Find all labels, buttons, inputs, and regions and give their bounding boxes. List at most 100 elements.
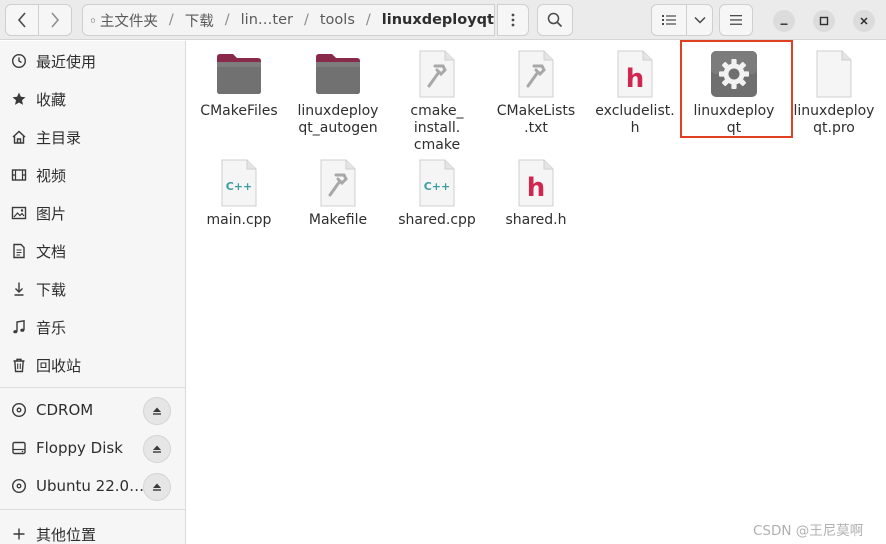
- sidebar-item-downloads[interactable]: 下载: [0, 271, 185, 307]
- header-bar: 主文件夹 / 下载 / lin…ter / tools / linuxdeplo…: [0, 0, 886, 40]
- home-icon: [10, 128, 28, 146]
- sidebar-item-label: 文档: [36, 242, 67, 261]
- sidebar-item-label: 主目录: [36, 128, 82, 147]
- main-menu-button[interactable]: [719, 4, 753, 36]
- sidebar-item-label: 下载: [36, 280, 67, 299]
- path-crumb-home[interactable]: 主文件夹: [100, 10, 158, 31]
- download-icon: [10, 280, 28, 298]
- path-separator: /: [224, 12, 230, 28]
- svg-text:h: h: [527, 173, 546, 203]
- script-file-icon: [511, 49, 561, 99]
- list-view-icon: [662, 15, 676, 25]
- file-name: CMakeFiles: [200, 103, 278, 119]
- sidebar-item-home[interactable]: 主目录: [0, 119, 185, 155]
- minimize-button[interactable]: [773, 10, 795, 32]
- disc-icon: [10, 401, 28, 419]
- plus-icon: [10, 525, 28, 543]
- picture-icon: [10, 204, 28, 222]
- path-crumb-downloads[interactable]: 下载: [185, 10, 214, 31]
- chevron-down-icon: [693, 16, 706, 24]
- document-icon: [10, 242, 28, 260]
- file-item-shared-cpp[interactable]: C++ shared.cpp: [387, 150, 487, 229]
- music-icon: [10, 318, 28, 336]
- watermark: CSDN @王尼莫啊: [753, 523, 864, 539]
- sidebar-item-label: 最近使用: [36, 52, 97, 71]
- star-icon: [10, 90, 28, 108]
- file-item-shared-h[interactable]: h shared.h: [486, 150, 586, 229]
- maximize-button[interactable]: [813, 10, 835, 32]
- file-item-linuxdeployqt-pro[interactable]: linuxdeploy qt.pro: [784, 41, 884, 137]
- file-name: excludelist. h: [595, 103, 675, 136]
- file-name: Makefile: [308, 212, 368, 228]
- disc-icon: [10, 477, 28, 495]
- sidebar-item-pictures[interactable]: 图片: [0, 195, 185, 231]
- text-file-icon: [809, 49, 859, 99]
- maximize-icon: [819, 16, 829, 26]
- path-crumb-collapsed[interactable]: lin…ter: [241, 12, 293, 28]
- forward-button[interactable]: [38, 4, 72, 36]
- path-crumb-current[interactable]: linuxdeployqt: [382, 12, 494, 28]
- view-options-dropdown[interactable]: [686, 4, 713, 36]
- hamburger-menu-icon: [730, 15, 742, 25]
- view-list-button[interactable]: [651, 4, 687, 36]
- sidebar-item-starred[interactable]: 收藏: [0, 81, 185, 117]
- file-name: linuxdeploy qt_autogen: [297, 103, 379, 136]
- sidebar-item-label: 其他位置: [36, 525, 97, 544]
- folder-icon: [313, 49, 363, 99]
- file-item-main-cpp[interactable]: C++ main.cpp: [189, 150, 289, 229]
- sidebar-item-label: Floppy Disk: [36, 439, 123, 457]
- file-name: linuxdeploy qt.pro: [793, 103, 875, 136]
- file-name: shared.h: [505, 212, 567, 228]
- sidebar-divider: [0, 509, 185, 510]
- eject-button-floppy[interactable]: [143, 435, 171, 463]
- sidebar-item-music[interactable]: 音乐: [0, 309, 185, 345]
- c-header-file-icon: h: [610, 49, 660, 99]
- minimize-icon: [780, 23, 788, 25]
- sidebar-item-label: 图片: [36, 204, 67, 223]
- eject-icon: [153, 445, 161, 453]
- vertical-dots-icon: [511, 13, 515, 27]
- home-icon: [90, 17, 96, 23]
- file-item-autogen[interactable]: linuxdeploy qt_autogen: [288, 41, 388, 137]
- sidebar-item-documents[interactable]: 文档: [0, 233, 185, 269]
- file-item-cmakelists[interactable]: CMakeLists .txt: [486, 41, 586, 137]
- sidebar-item-other-locations[interactable]: 其他位置: [0, 516, 185, 544]
- back-button[interactable]: [5, 4, 39, 36]
- path-bar: 主文件夹 / 下载 / lin…ter / tools / linuxdeplo…: [82, 4, 495, 36]
- sidebar-item-videos[interactable]: 视频: [0, 157, 185, 193]
- eject-icon: [153, 407, 161, 415]
- drive-icon: [10, 439, 28, 457]
- sidebar-item-label: 回收站: [36, 356, 82, 375]
- sidebar-item-label: CDROM: [36, 401, 94, 419]
- search-icon: [547, 12, 563, 28]
- sidebar-item-trash[interactable]: 回收站: [0, 347, 185, 383]
- trash-icon: [10, 356, 28, 374]
- sidebar-divider: [0, 387, 185, 388]
- sidebar-item-label: 视频: [36, 166, 67, 185]
- script-file-icon: [313, 158, 363, 208]
- file-item-makefile[interactable]: Makefile: [288, 150, 388, 229]
- search-button[interactable]: [537, 4, 573, 36]
- file-item-cmake-install[interactable]: cmake_ install. cmake: [387, 41, 487, 154]
- eject-icon: [153, 483, 161, 491]
- path-crumb-tools[interactable]: tools: [320, 12, 355, 28]
- sidebar-item-recent[interactable]: 最近使用: [0, 43, 185, 79]
- folder-icon: [214, 49, 264, 99]
- path-separator: /: [168, 12, 174, 28]
- script-file-icon: [412, 49, 462, 99]
- sidebar-item-label: Ubuntu 22.0…: [36, 477, 145, 495]
- annotation-highlight-box: [680, 40, 793, 138]
- cpp-file-icon: C++: [412, 158, 462, 208]
- file-name: cmake_ install. cmake: [410, 103, 464, 153]
- sidebar: 最近使用 收藏 主目录 视频 图片 文档 下载 音乐 回收站 CDROM Flo…: [0, 41, 186, 544]
- c-header-file-icon: h: [511, 158, 561, 208]
- path-options-button[interactable]: [497, 4, 529, 36]
- svg-text:h: h: [626, 64, 645, 94]
- close-button[interactable]: [853, 10, 875, 32]
- eject-button-cdrom[interactable]: [143, 397, 171, 425]
- close-icon: [860, 17, 868, 25]
- file-item-excludelist[interactable]: h excludelist. h: [585, 41, 685, 137]
- file-item-cmakefiles[interactable]: CMakeFiles: [189, 41, 289, 120]
- sidebar-item-label: 收藏: [36, 90, 67, 109]
- eject-button-ubuntu[interactable]: [143, 473, 171, 501]
